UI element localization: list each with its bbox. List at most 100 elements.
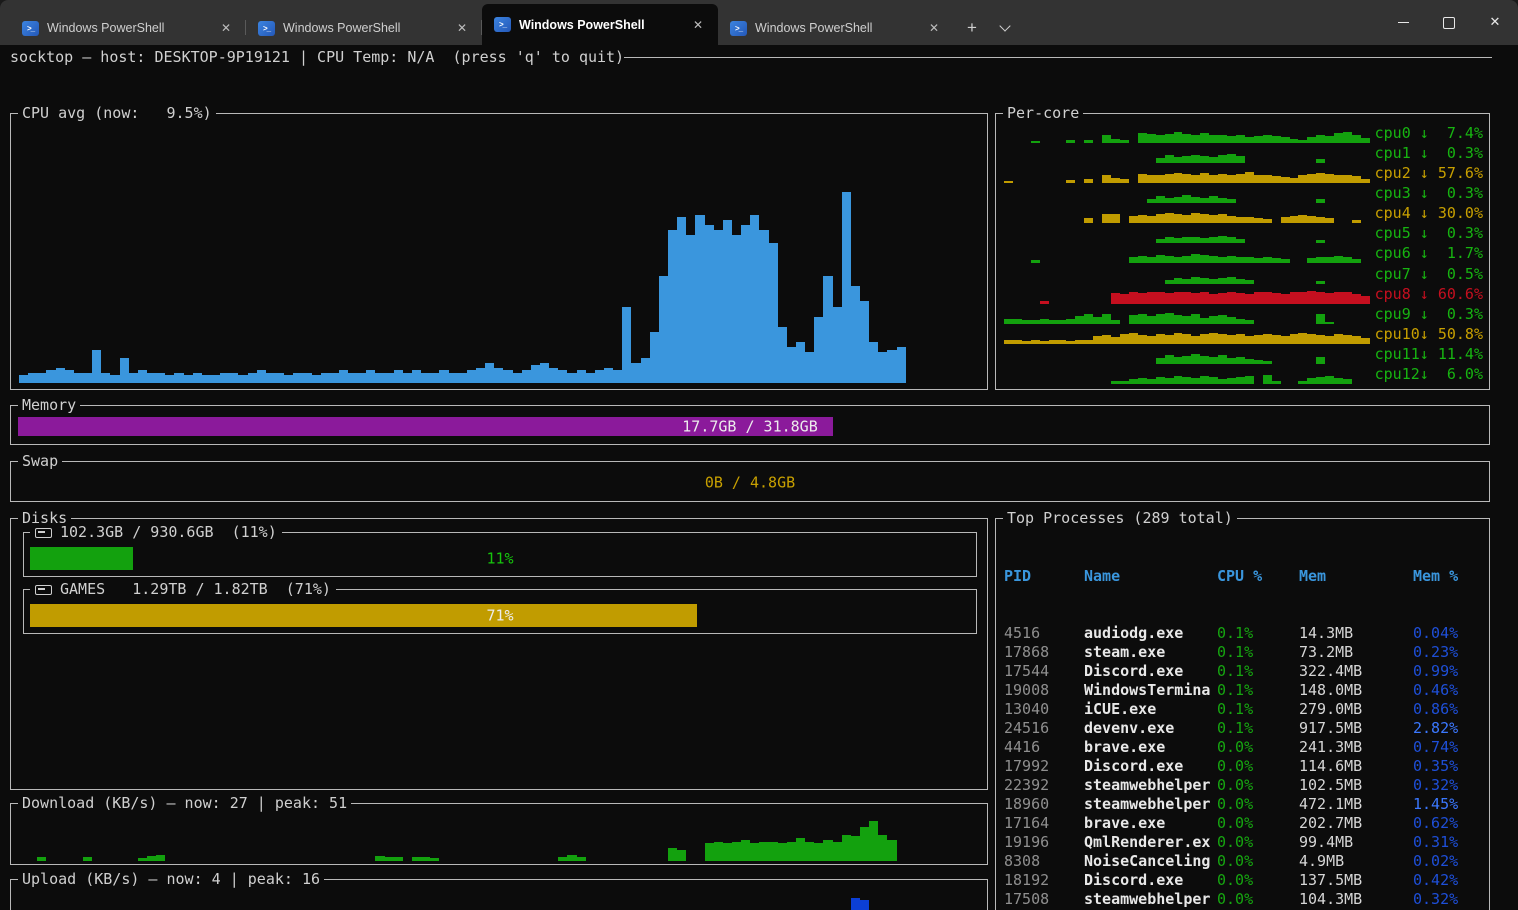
- process-table: PIDNameCPU %MemMem % 4516audiodg.exe0.1%…: [1004, 529, 1485, 910]
- chart-bar: [1120, 140, 1129, 143]
- chart-bar: [430, 373, 439, 383]
- process-row: 8308NoiseCanceling0.0%4.9MB0.02%: [1004, 852, 1485, 871]
- chart-bar: [165, 375, 174, 383]
- chart-bar: [1263, 292, 1272, 304]
- chart-bar: [851, 286, 860, 383]
- process-cell: 19008: [1004, 681, 1084, 700]
- chart-bar: [1290, 216, 1299, 224]
- chart-bar: [851, 836, 860, 861]
- maximize-button[interactable]: [1426, 0, 1472, 45]
- process-cell: WindowsTermina: [1084, 681, 1217, 700]
- process-cell: brave.exe: [1084, 738, 1217, 757]
- chart-bar: [1272, 136, 1281, 143]
- new-tab-button[interactable]: +: [954, 11, 990, 45]
- chart-bar: [1147, 216, 1156, 224]
- chart-bar: [1272, 293, 1281, 303]
- process-cell: Discord.exe: [1084, 757, 1217, 776]
- chart-bar: [558, 370, 567, 383]
- disk-c-gauge: 11%: [30, 547, 970, 570]
- chart-bar: [1316, 199, 1325, 203]
- chart-bar: [1182, 156, 1191, 163]
- chart-bar: [787, 842, 796, 861]
- chart-bar: [421, 373, 430, 383]
- chart-bar: [1343, 379, 1352, 384]
- chart-bar: [1102, 314, 1111, 324]
- tab-windows-powershell-4[interactable]: >_Windows PowerShell✕: [718, 11, 954, 45]
- tab-close-icon[interactable]: ✕: [688, 16, 708, 34]
- swap-gauge: 0B / 4.8GB: [18, 473, 1482, 493]
- chart-bar: [1147, 316, 1156, 324]
- chart-bar: [1156, 334, 1165, 344]
- chart-bar: [1182, 134, 1191, 143]
- chart-bar: [1263, 175, 1272, 183]
- core-label: cpu5 ↓ 0.3%: [1373, 224, 1483, 243]
- tab-windows-powershell-1[interactable]: >_Windows PowerShell✕: [10, 11, 246, 45]
- chart-bar: [1218, 257, 1227, 264]
- tab-close-icon[interactable]: ✕: [216, 19, 236, 37]
- minimize-button[interactable]: [1380, 0, 1426, 45]
- process-row: 17992Discord.exe0.0%114.6MB0.35%: [1004, 757, 1485, 776]
- close-button[interactable]: ✕: [1472, 0, 1518, 45]
- chart-bar: [650, 332, 659, 383]
- app-title: socktop — host: DESKTOP-9P19121 | CPU Te…: [10, 48, 624, 67]
- memory-panel: Memory 17.7GB / 31.8GB: [10, 405, 1490, 445]
- chart-bar: [1361, 179, 1370, 183]
- column-header-mem: Mem: [1299, 567, 1413, 586]
- chart-bar: [1209, 333, 1218, 344]
- core-sparkline: [1004, 246, 1370, 263]
- chart-bar: [439, 370, 448, 383]
- chart-bar: [741, 840, 750, 861]
- process-cell: 0.74%: [1413, 738, 1485, 757]
- chart-bar: [1236, 156, 1245, 163]
- chart-bar: [1263, 257, 1272, 263]
- chart-bar: [1334, 256, 1343, 264]
- chart-bar: [1236, 135, 1245, 143]
- core-label: cpu10↓ 50.8%: [1373, 325, 1483, 344]
- process-cell: 14.3MB: [1299, 624, 1413, 643]
- tab-close-icon[interactable]: ✕: [924, 19, 944, 37]
- chart-bar: [1298, 333, 1307, 344]
- chart-bar: [1066, 180, 1075, 183]
- process-table-body: 4516audiodg.exe0.1%14.3MB0.04%17868steam…: [1004, 624, 1485, 910]
- tab-windows-powershell-3[interactable]: >_Windows PowerShell✕: [482, 4, 718, 45]
- chart-bar: [1075, 316, 1084, 324]
- process-row: 4416brave.exe0.0%241.3MB0.74%: [1004, 738, 1485, 757]
- tab-close-icon[interactable]: ✕: [452, 19, 472, 37]
- chart-bar: [28, 373, 37, 383]
- chart-bar: [1102, 335, 1111, 344]
- process-cell: 0.1%: [1217, 700, 1299, 719]
- process-cell: 19196: [1004, 833, 1084, 852]
- maximize-icon: [1443, 17, 1455, 29]
- chart-bar: [1227, 256, 1236, 264]
- core-row-cpu11: cpu11↓ 11.4%: [1004, 345, 1483, 364]
- chart-bar: [869, 342, 878, 383]
- chart-bar: [1191, 336, 1200, 344]
- chart-bar: [248, 373, 257, 383]
- process-cell: 17544: [1004, 662, 1084, 681]
- chart-bar: [1281, 217, 1290, 223]
- tab-label: Windows PowerShell: [755, 21, 924, 35]
- tab-dropdown-button[interactable]: [990, 11, 1020, 45]
- chart-bar: [1129, 257, 1138, 263]
- process-cell: 0.0%: [1217, 776, 1299, 795]
- core-label: cpu2 ↓ 57.6%: [1373, 164, 1483, 183]
- chart-bar: [430, 858, 439, 861]
- chart-bar: [1316, 135, 1325, 143]
- chart-bar: [1227, 216, 1236, 224]
- tab-windows-powershell-2[interactable]: >_Windows PowerShell✕: [246, 11, 482, 45]
- swap-panel: Swap 0B / 4.8GB: [10, 461, 1490, 502]
- process-cell: 0.1%: [1217, 681, 1299, 700]
- process-cell: 0.32%: [1413, 890, 1485, 909]
- chart-bar: [1156, 358, 1165, 364]
- chart-bar: [814, 843, 823, 861]
- chart-bar: [1191, 197, 1200, 203]
- chart-bar: [1156, 214, 1165, 224]
- chart-bar: [1165, 280, 1174, 283]
- chart-bar: [1209, 135, 1218, 143]
- core-sparkline: [1004, 186, 1370, 203]
- chart-bar: [1218, 135, 1227, 144]
- chart-bar: [1129, 292, 1138, 303]
- process-cell: 0.62%: [1413, 814, 1485, 833]
- chart-bar: [1102, 175, 1111, 184]
- chart-bar: [1147, 134, 1156, 143]
